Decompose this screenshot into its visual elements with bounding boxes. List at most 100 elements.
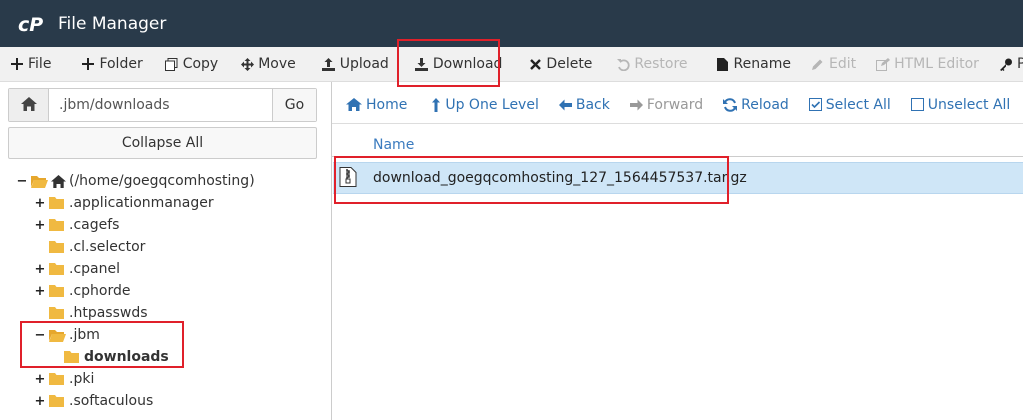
unselect-all-label: Unselect All: [927, 96, 1011, 113]
delete-button[interactable]: Delete: [520, 47, 600, 82]
go-button[interactable]: Go: [272, 89, 316, 121]
directory-panel: Go Collapse All − (/home/goegqcomhosting…: [0, 82, 325, 420]
rename-button[interactable]: Rename: [708, 47, 799, 82]
key-icon: [999, 57, 1013, 71]
column-header-name[interactable]: Name: [332, 133, 1023, 157]
forward-link[interactable]: Forward: [620, 97, 713, 113]
up-one-level-label: Up One Level: [445, 96, 539, 113]
upload-icon: [322, 57, 336, 71]
plus-icon: [10, 57, 24, 71]
edit-button[interactable]: Edit: [803, 47, 864, 82]
home-link[interactable]: Home: [332, 97, 417, 113]
move-arrows-icon: [240, 57, 254, 71]
tree-root-label: (/home/goegqcomhosting): [69, 173, 255, 189]
undo-icon: [616, 57, 630, 71]
cpanel-logo-icon: cP: [18, 13, 48, 35]
checkbox-checked-icon: [808, 98, 822, 111]
copy-label: Copy: [182, 56, 219, 72]
column-header-label: Name: [373, 136, 415, 153]
close-x-icon: [528, 57, 542, 71]
copy-button[interactable]: Copy: [157, 47, 227, 82]
tree-item[interactable]: + .cphorde: [34, 280, 131, 302]
folder-highlight-box: [20, 321, 184, 368]
home-icon: [51, 174, 66, 188]
edit-label: Edit: [828, 56, 857, 72]
new-file-button[interactable]: File: [2, 47, 59, 82]
level-up-icon: [431, 97, 441, 112]
upload-label: Upload: [339, 56, 389, 72]
html-editor-label: HTML Editor: [894, 56, 979, 72]
svg-text:cP: cP: [18, 14, 43, 34]
tree-item-label: .cagefs: [69, 217, 120, 233]
tree-item-label: .htpasswds: [69, 305, 148, 321]
tree-item-label: .cl.selector: [69, 239, 146, 255]
tree-item[interactable]: + .softaculous: [34, 390, 154, 412]
folder-icon: [49, 241, 66, 254]
folder-icon: [49, 285, 66, 298]
unselect-all-link[interactable]: Unselect All: [901, 97, 1021, 113]
home-directory-button[interactable]: [9, 89, 49, 121]
move-button[interactable]: Move: [232, 47, 304, 82]
home-label: Home: [366, 96, 408, 113]
folder-icon: [49, 373, 66, 386]
tree-item[interactable]: .cl.selector: [49, 236, 145, 258]
tree-root[interactable]: − (/home/goegqcomhosting): [16, 170, 255, 192]
tree-item-label: .pki: [69, 371, 95, 387]
home-icon: [20, 96, 37, 115]
upload-button[interactable]: Upload: [314, 47, 397, 82]
delete-label: Delete: [546, 56, 593, 72]
back-link[interactable]: Back: [549, 97, 620, 113]
tree-item[interactable]: + .cpanel: [34, 258, 120, 280]
restore-button[interactable]: Restore: [608, 47, 695, 82]
permissions-label: Pe: [1016, 56, 1023, 72]
tree-item[interactable]: + .cagefs: [34, 214, 120, 236]
reload-label: Reload: [741, 96, 789, 113]
app-title: File Manager: [58, 13, 167, 34]
move-label: Move: [258, 56, 296, 72]
path-bar: Go: [8, 88, 317, 122]
html-editor-button[interactable]: HTML Editor: [868, 47, 987, 82]
up-one-level-link[interactable]: Up One Level: [417, 97, 549, 113]
arrow-right-icon: [629, 99, 643, 111]
tree-item[interactable]: + .pki: [34, 368, 95, 390]
tree-item-label: .cphorde: [69, 283, 131, 299]
collapse-all-button[interactable]: Collapse All: [8, 127, 317, 159]
forward-label: Forward: [646, 96, 704, 113]
rename-label: Rename: [733, 56, 791, 72]
expand-plus-icon[interactable]: +: [34, 218, 46, 233]
download-highlight-box: [397, 39, 500, 87]
folder-icon: [49, 219, 66, 232]
tree-item[interactable]: + .applicationmanager: [34, 192, 214, 214]
copy-icon: [165, 57, 179, 71]
file-highlight-box: [334, 156, 729, 204]
tree-item-label: .applicationmanager: [69, 195, 214, 211]
new-file-label: File: [28, 56, 52, 72]
expand-plus-icon[interactable]: +: [34, 262, 46, 277]
select-all-link[interactable]: Select All: [799, 97, 901, 113]
toolbar: File Folder Copy Move Upload Download De…: [0, 47, 1023, 82]
refresh-icon: [723, 97, 738, 112]
edit-square-icon: [876, 57, 891, 71]
new-folder-button[interactable]: Folder: [73, 47, 150, 82]
back-label: Back: [575, 96, 610, 113]
expand-plus-icon[interactable]: +: [34, 372, 46, 387]
home-icon: [346, 98, 362, 111]
arrow-left-icon: [558, 99, 572, 111]
navigation-bar: Home Up One Level Back Forward Reload Se…: [332, 86, 1023, 124]
app-header: cP File Manager: [0, 0, 1023, 47]
new-folder-label: Folder: [99, 56, 143, 72]
folder-open-icon: [31, 175, 48, 188]
restore-label: Restore: [634, 56, 688, 72]
tree-item-label: .softaculous: [69, 393, 154, 409]
folder-icon: [49, 307, 66, 320]
reload-link[interactable]: Reload: [713, 97, 799, 113]
expand-plus-icon[interactable]: +: [34, 284, 46, 299]
collapse-minus-icon[interactable]: −: [16, 174, 28, 189]
checkbox-empty-icon: [910, 98, 924, 111]
expand-plus-icon[interactable]: +: [34, 196, 46, 211]
path-input[interactable]: [49, 89, 272, 121]
folder-icon: [49, 263, 66, 276]
folder-icon: [49, 197, 66, 210]
expand-plus-icon[interactable]: +: [34, 394, 46, 409]
permissions-button[interactable]: Pe: [991, 47, 1023, 82]
